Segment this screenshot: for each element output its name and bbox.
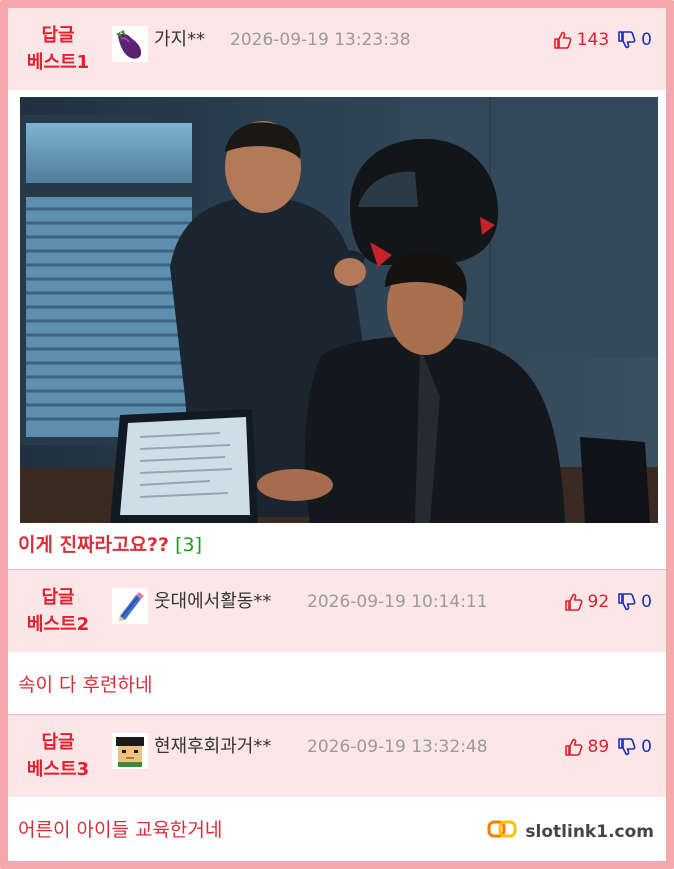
downvote-count: 0	[641, 737, 652, 757]
best-rank-label: 답글 베스트1	[18, 22, 98, 76]
comment-date: 2026-09-19 13:23:38	[230, 30, 411, 50]
rank-line-2: 베스트1	[26, 52, 90, 73]
vote-box: 89 0	[564, 737, 652, 757]
site-watermark: slotlink1.com	[487, 819, 654, 844]
comment-text: 속이 다 후련하네	[18, 674, 153, 696]
comment-body: 속이 다 후련하네	[8, 652, 666, 714]
nickname[interactable]: 웃대에서활동**	[154, 587, 271, 613]
downvote-count: 0	[641, 30, 652, 50]
thumbs-down-icon[interactable]	[617, 737, 637, 757]
nickname[interactable]: 가지**	[154, 25, 205, 51]
upvote-count: 89	[587, 737, 610, 757]
watermark-text: slotlink1.com	[525, 821, 654, 842]
comment-date: 2026-09-19 10:14:11	[307, 592, 488, 612]
attached-photo[interactable]	[20, 97, 658, 523]
thumbs-down-icon[interactable]	[617, 592, 637, 612]
rank-line-1: 답글	[41, 732, 75, 753]
upvote-count: 92	[587, 592, 610, 612]
chain-link-icon	[487, 819, 517, 844]
pixel-face-icon	[112, 733, 148, 769]
comment-text: 이게 진짜라고요?? [3]	[18, 530, 202, 557]
thumbs-up-icon[interactable]	[564, 737, 584, 757]
comment-text: 어른이 아이들 교육한거네	[18, 819, 223, 841]
thumbs-up-icon[interactable]	[564, 592, 584, 612]
pencil-icon	[112, 588, 148, 624]
best-rank-label: 답글 베스트3	[18, 729, 98, 783]
comment-text-content: 이게 진짜라고요??	[18, 534, 170, 556]
eggplant-icon	[112, 26, 148, 62]
comment-date: 2026-09-19 13:32:48	[307, 737, 488, 757]
downvote-count: 0	[641, 592, 652, 612]
thumbs-up-icon[interactable]	[553, 30, 573, 50]
rank-line-1: 답글	[41, 25, 75, 46]
comment-header: 답글 베스트2 웃대에서활동** 2026-09-19 10:14:11 92 …	[8, 570, 666, 652]
reply-count[interactable]: [3]	[175, 534, 202, 556]
comment-header: 답글 베스트3 현재후회과거** 2026-09-19 13:32:48 89	[8, 715, 666, 797]
best-rank-label: 답글 베스트2	[18, 584, 98, 638]
rank-line-1: 답글	[41, 587, 75, 608]
rank-line-2: 베스트2	[26, 614, 90, 635]
best-comments-panel: 답글 베스트1 가지** 2026-09-19 13:23:38 143 0 이…	[0, 0, 674, 869]
comment-body: 이게 진짜라고요?? [3]	[8, 90, 666, 569]
rank-line-2: 베스트3	[26, 759, 90, 780]
nickname[interactable]: 현재후회과거**	[154, 732, 271, 758]
comment-header: 답글 베스트1 가지** 2026-09-19 13:23:38 143 0	[8, 8, 666, 90]
vote-box: 143 0	[553, 30, 652, 50]
thumbs-down-icon[interactable]	[617, 30, 637, 50]
vote-box: 92 0	[564, 592, 652, 612]
comment-body: 어른이 아이들 교육한거네 slotlink1.com	[8, 797, 666, 859]
upvote-count: 143	[576, 30, 610, 50]
